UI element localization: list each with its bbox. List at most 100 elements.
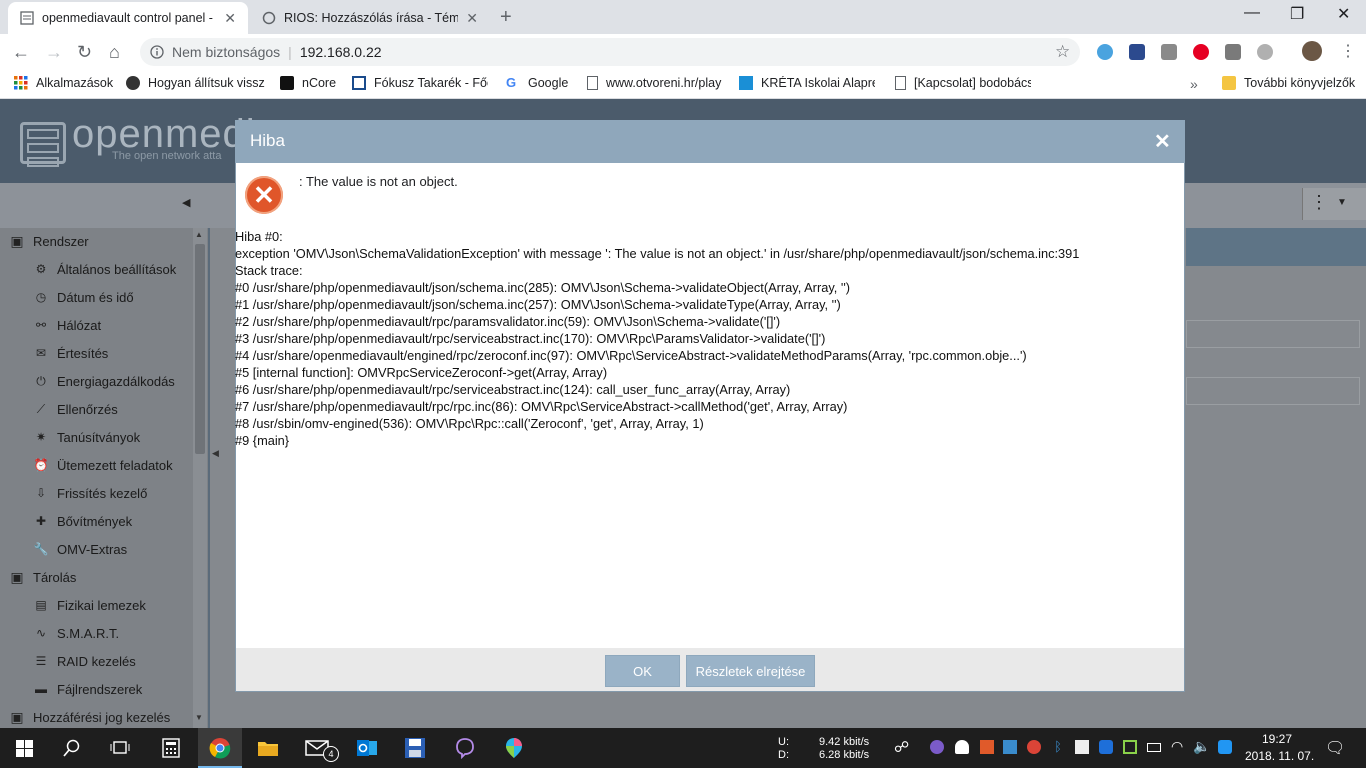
reload-icon[interactable]: ↻ — [77, 42, 92, 63]
sidebar-section[interactable]: ▣ Rendszer — [0, 227, 88, 255]
new-tab-icon[interactable]: + — [500, 6, 512, 29]
sidebar-item[interactable]: ☰ RAID kezelés — [0, 647, 136, 675]
keyboard-icon[interactable] — [1218, 740, 1232, 754]
cloud-extension-icon[interactable] — [1097, 44, 1113, 60]
back-icon[interactable]: ← — [12, 42, 30, 63]
ok-button[interactable]: OK — [605, 655, 680, 687]
clock-time[interactable]: 19:27 — [1262, 732, 1292, 746]
forward-icon[interactable]: → — [45, 42, 63, 63]
bookmark-star-icon[interactable]: ☆ — [1055, 42, 1070, 62]
form-field[interactable] — [1186, 377, 1360, 405]
close-tab-icon[interactable]: ✕ — [224, 10, 236, 27]
address-bar[interactable]: Nem biztonságos | 192.168.0.22 — [140, 38, 1080, 66]
menu-icon[interactable]: ⋮ — [1340, 41, 1356, 61]
outlook-icon[interactable] — [355, 736, 379, 760]
bookmark-howto[interactable]: Hogyan állítsuk vissz — [126, 76, 266, 90]
bookmark-otvoreni[interactable]: www.otvoreni.hr/play — [587, 76, 723, 90]
sidebar-item[interactable]: ▬ Fájlrendszerek — [0, 675, 142, 703]
more-bookmarks-icon[interactable]: » — [1190, 76, 1198, 92]
sidebar-item[interactable]: ◷ Dátum és idő — [0, 283, 134, 311]
sidebar-item[interactable]: ⏰ Ütemezett feladatok — [0, 451, 173, 479]
kebab-menu-icon[interactable]: ⋮ — [1310, 192, 1328, 213]
sidebar-item[interactable]: ⇩ Frissítés kezelő — [0, 479, 147, 507]
info-icon[interactable] — [150, 45, 164, 59]
app-tray-icon[interactable] — [980, 740, 994, 754]
extension-icon[interactable] — [1225, 44, 1241, 60]
sidebar-item[interactable]: ✚ Bővítmények — [0, 507, 132, 535]
bookmark-other[interactable]: További könyvjelzők — [1222, 76, 1355, 90]
trace-line: #0 /usr/share/php/openmediavault/json/sc… — [235, 280, 851, 295]
save-app-icon[interactable] — [403, 736, 427, 760]
bookmark-fokusz[interactable]: Fókusz Takarék - Főo — [352, 76, 488, 90]
maximize-icon[interactable]: ❐ — [1290, 4, 1304, 24]
chevron-down-icon[interactable]: ▼ — [1337, 197, 1347, 208]
sidebar-item[interactable]: ⏻ Energiagazdálkodás — [0, 367, 175, 395]
document-icon — [895, 76, 906, 90]
drive-extension-icon[interactable] — [1257, 44, 1273, 60]
balloon-app-icon[interactable] — [502, 736, 526, 760]
tab-omv[interactable]: openmediavault control panel - O ✕ — [8, 2, 248, 34]
sidebar-item[interactable]: ✷ Tanúsítványok — [0, 423, 140, 451]
scroll-up-icon[interactable]: ▲ — [195, 230, 203, 239]
sidebar-item[interactable]: ⚯ Hálózat — [0, 311, 101, 339]
viber-icon[interactable] — [453, 736, 477, 760]
bookmark-ncore[interactable]: nCore — [280, 76, 336, 90]
display-tray-icon[interactable] — [1003, 740, 1017, 754]
tab-rios[interactable]: RIOS: Hozzászólás írása - Téma: C ✕ — [250, 2, 490, 34]
apps-grid-icon — [14, 76, 28, 90]
task-view-icon[interactable] — [108, 736, 132, 760]
notifications-icon[interactable]: 🗨 — [1325, 738, 1345, 758]
pinterest-icon[interactable] — [1193, 44, 1209, 60]
sidebar-item[interactable]: 🔧 OMV-Extras — [0, 535, 128, 563]
sidebar-item-label: Energiagazdálkodás — [57, 373, 175, 389]
scroll-down-icon[interactable]: ▼ — [195, 713, 203, 722]
people-icon[interactable]: ☍ — [894, 738, 909, 756]
bookmark-google[interactable]: G Google — [506, 76, 568, 91]
windows-start-icon[interactable] — [12, 736, 36, 760]
sidebar-item[interactable]: ∿ S.M.A.R.T. — [0, 619, 119, 647]
cloud-upload-icon[interactable] — [955, 740, 969, 754]
puzzle-tray-icon[interactable] — [1075, 740, 1089, 754]
sidebar-item[interactable]: ✉ Értesítés — [0, 339, 108, 367]
close-tab-icon[interactable]: ✕ — [466, 10, 478, 27]
bookmark-apps[interactable]: Alkalmazások — [14, 76, 113, 90]
sidebar-section[interactable]: ▣ Hozzáférési jog kezelés — [0, 703, 170, 731]
green-tray-icon[interactable] — [1123, 740, 1137, 754]
puzzle-extension-icon[interactable] — [1161, 44, 1177, 60]
hide-details-button[interactable]: Részletek elrejtése — [686, 655, 815, 687]
file-explorer-icon[interactable] — [256, 736, 280, 760]
certificate-icon: ✷ — [35, 430, 47, 444]
bookmark-extension-icon[interactable] — [1129, 44, 1145, 60]
calculator-icon[interactable] — [159, 736, 183, 760]
chrome-tray-icon[interactable] — [1027, 740, 1041, 754]
search-icon[interactable] — [60, 736, 84, 760]
shield-tray-icon[interactable] — [1099, 740, 1113, 754]
clock-date[interactable]: 2018. 11. 07. — [1245, 749, 1314, 763]
form-field[interactable] — [1186, 320, 1360, 348]
bluetooth-icon[interactable]: ᛒ — [1051, 740, 1065, 754]
wifi-icon[interactable]: ◠ — [1171, 738, 1183, 755]
chrome-icon[interactable] — [208, 736, 232, 760]
sidebar-section[interactable]: ▣ Tárolás — [0, 563, 76, 591]
sidebar-item-label: Tanúsítványok — [57, 429, 141, 445]
sidebar-item[interactable]: ⚙ Általános beállítások — [0, 255, 177, 283]
home-icon[interactable]: ⌂ — [109, 42, 120, 63]
collapse-panel-icon[interactable]: ◀ — [212, 448, 219, 459]
avatar[interactable] — [1302, 41, 1322, 61]
sidebar-item-label: Hozzáférési jog kezelés — [33, 709, 171, 725]
viber-tray-icon[interactable] — [930, 740, 944, 754]
collapse-sidebar-icon[interactable]: ◀ — [182, 196, 190, 209]
bookmark-kreta[interactable]: KRÉTA Iskolai Alapren — [739, 76, 875, 90]
battery-icon[interactable] — [1147, 743, 1161, 752]
trace-line: #8 /usr/sbin/omv-engined(536): OMV\Rpc\R… — [235, 416, 704, 431]
sidebar-item-label: S.M.A.R.T. — [57, 625, 120, 641]
sidebar-scrollbar-thumb[interactable] — [195, 244, 205, 454]
minimize-icon[interactable]: — — [1244, 4, 1260, 22]
puzzle-icon: ✚ — [35, 514, 47, 528]
sidebar-item[interactable]: ⟋ Ellenőrzés — [0, 395, 118, 423]
sidebar-item[interactable]: ▤ Fizikai lemezek — [0, 591, 146, 619]
bookmark-kapcsolat[interactable]: [Kapcsolat] bodobács — [895, 76, 1031, 90]
volume-icon[interactable]: 🔈 — [1193, 738, 1210, 755]
close-window-icon[interactable]: ✕ — [1337, 4, 1350, 24]
close-icon[interactable]: ✕ — [1154, 129, 1171, 154]
